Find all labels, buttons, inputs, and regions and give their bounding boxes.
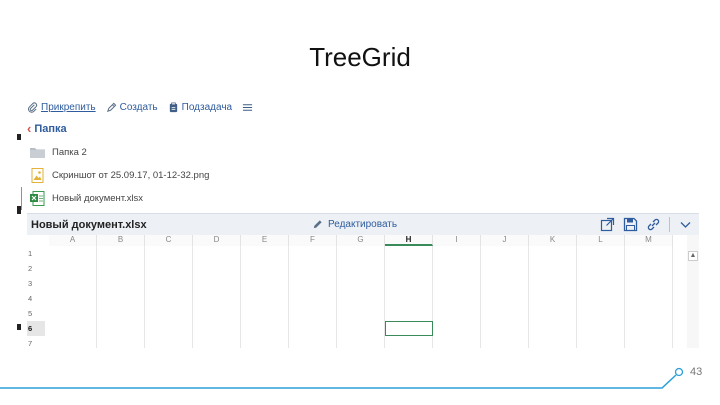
footer-line bbox=[0, 367, 684, 389]
column-gridline bbox=[528, 246, 529, 348]
subtask-label: Подзадача bbox=[181, 101, 233, 113]
column-gridline bbox=[672, 246, 673, 348]
column-gridline bbox=[624, 246, 625, 348]
chevron-down-icon[interactable] bbox=[678, 217, 693, 232]
folder-icon bbox=[29, 145, 46, 160]
paperclip-icon bbox=[27, 101, 38, 113]
row-header[interactable]: 2 bbox=[27, 261, 45, 276]
column-gridline bbox=[288, 246, 289, 348]
pencil-icon bbox=[312, 219, 323, 230]
column-gridline bbox=[192, 246, 193, 348]
scroll-up-icon[interactable]: ▲ bbox=[688, 251, 698, 261]
column-header[interactable]: L bbox=[577, 235, 625, 246]
row-header[interactable]: 4 bbox=[27, 291, 45, 306]
file-row-folder[interactable]: Папка 2 bbox=[27, 141, 677, 164]
subtask-button[interactable]: Подзадача bbox=[168, 102, 232, 113]
open-external-icon[interactable] bbox=[600, 217, 615, 232]
column-gridline bbox=[336, 246, 337, 348]
chevron-left-icon: ‹ bbox=[27, 121, 32, 136]
spreadsheet-grid[interactable]: ABCDEFGHIJKLM 1234567 bbox=[27, 235, 687, 348]
row-header[interactable]: 7 bbox=[27, 336, 45, 348]
save-icon[interactable] bbox=[623, 217, 638, 232]
create-icon bbox=[106, 102, 117, 113]
row-header[interactable]: 6 bbox=[27, 321, 45, 336]
file-name: Папка 2 bbox=[52, 147, 87, 158]
file-list: Папка 2 Скриншот от 25.09.17, 01-12-32.p… bbox=[21, 141, 677, 210]
sheet-header: Новый документ.xlsx Редактировать bbox=[27, 213, 699, 235]
column-header[interactable]: K bbox=[529, 235, 577, 246]
file-name: Скриншот от 25.09.17, 01-12-32.png bbox=[52, 170, 210, 181]
sheet-tools bbox=[600, 217, 693, 232]
column-gridline bbox=[144, 246, 145, 348]
link-icon[interactable] bbox=[646, 217, 661, 232]
app-screenshot: Прикрепить Создать Подзадача ‹ Папка Пап… bbox=[21, 86, 699, 348]
subtask-icon bbox=[168, 102, 179, 113]
edit-button[interactable]: Редактировать bbox=[312, 219, 397, 230]
row-header[interactable]: 5 bbox=[27, 306, 45, 321]
image-file-icon bbox=[29, 168, 46, 183]
column-header[interactable]: F bbox=[289, 235, 337, 246]
toolbar: Прикрепить Создать Подзадача bbox=[27, 99, 253, 115]
create-button[interactable]: Создать bbox=[106, 102, 158, 113]
slide: TreeGrid Прикрепить Создать Подзадача ‹ … bbox=[0, 0, 720, 405]
column-gridline bbox=[240, 246, 241, 348]
column-gridline bbox=[96, 246, 97, 348]
breadcrumb-label: Папка bbox=[34, 122, 67, 135]
file-name: Новый документ.xlsx bbox=[52, 193, 144, 204]
column-header[interactable]: B bbox=[97, 235, 145, 246]
column-header[interactable]: A bbox=[49, 235, 97, 246]
column-gridline bbox=[480, 246, 481, 348]
sheet-title: Новый документ.xlsx bbox=[31, 218, 147, 231]
column-gridline bbox=[576, 246, 577, 348]
vertical-scrollbar[interactable]: ▲ bbox=[687, 235, 699, 348]
attach-label: Прикрепить bbox=[41, 101, 96, 113]
edit-label: Редактировать bbox=[328, 219, 398, 230]
row-header[interactable]: 1 bbox=[27, 246, 45, 261]
row-header[interactable]: 3 bbox=[27, 276, 45, 291]
active-cell[interactable] bbox=[385, 321, 433, 336]
excel-file-icon bbox=[29, 191, 46, 206]
column-header[interactable]: G bbox=[337, 235, 385, 246]
column-header[interactable]: D bbox=[193, 235, 241, 246]
toolbar-divider bbox=[669, 217, 670, 232]
column-header[interactable]: E bbox=[241, 235, 289, 246]
menu-button[interactable] bbox=[242, 102, 253, 113]
column-header[interactable]: J bbox=[481, 235, 529, 246]
column-header[interactable]: H bbox=[385, 235, 433, 246]
breadcrumb-back[interactable]: ‹ Папка bbox=[27, 121, 67, 136]
file-row-image[interactable]: Скриншот от 25.09.17, 01-12-32.png bbox=[27, 164, 677, 187]
hamburger-icon bbox=[242, 102, 253, 113]
column-header[interactable]: C bbox=[145, 235, 193, 246]
slide-title: TreeGrid bbox=[309, 42, 411, 72]
column-header[interactable]: I bbox=[433, 235, 481, 246]
file-row-excel[interactable]: Новый документ.xlsx bbox=[21, 187, 677, 210]
column-header[interactable]: M bbox=[625, 235, 673, 246]
attach-button[interactable]: Прикрепить bbox=[27, 102, 96, 113]
create-label: Создать bbox=[119, 101, 158, 113]
page-number: 43 bbox=[690, 366, 703, 378]
